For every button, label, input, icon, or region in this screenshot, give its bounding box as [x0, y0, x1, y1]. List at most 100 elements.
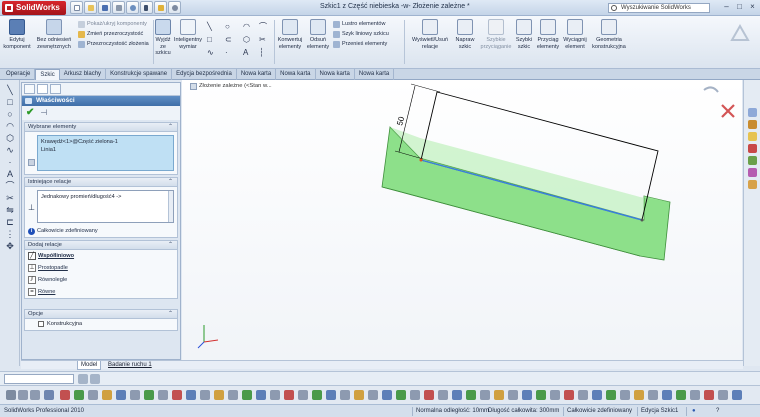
tool-icon[interactable] — [438, 390, 448, 400]
rectangle-tool-icon[interactable]: □ — [3, 96, 17, 108]
rebuild-sketch-icon[interactable] — [703, 86, 719, 93]
line-tool-icon[interactable]: ╲ — [3, 84, 17, 96]
tool-icon[interactable] — [690, 390, 700, 400]
text-tool-icon[interactable]: A — [3, 168, 17, 180]
extrude-button[interactable]: Wyciągnij element — [563, 19, 587, 50]
tool-icon[interactable] — [312, 390, 322, 400]
offset-tool-icon[interactable]: ⊏ — [3, 216, 17, 228]
tool-icon[interactable] — [662, 390, 672, 400]
feature-manager-tab[interactable] — [24, 84, 35, 94]
list-item[interactable]: Linia1 — [41, 146, 170, 154]
rebuild-icon[interactable]: ● — [692, 405, 696, 417]
tool-icon[interactable] — [396, 390, 406, 400]
graphics-area[interactable]: Złożenie zależne (<Stan w... 50 — [182, 80, 742, 360]
save-icon[interactable] — [98, 1, 111, 14]
snaps-button[interactable]: Przyciąg elementy — [535, 19, 561, 50]
filter-dropdown[interactable] — [4, 374, 74, 384]
relation-equal[interactable]: = Równe — [25, 286, 177, 298]
convert-entities-button[interactable]: Konwertuj elementy — [276, 19, 304, 50]
search-results-icon[interactable] — [748, 144, 757, 153]
tool-icon[interactable] — [18, 390, 28, 400]
checkbox[interactable] — [38, 321, 44, 327]
appearances-icon[interactable] — [748, 168, 757, 177]
tool-icon[interactable] — [256, 390, 266, 400]
edit-component-button[interactable]: Edytuj komponent — [2, 19, 32, 50]
tool-icon[interactable] — [6, 390, 16, 400]
rapid-sketch-button[interactable]: Szybkie przyciąganie — [478, 19, 514, 50]
collapse-icon[interactable]: ⌃ — [168, 310, 173, 319]
tool-icon[interactable] — [718, 390, 728, 400]
tool-icon[interactable] — [564, 390, 574, 400]
smart-dimension-button[interactable]: Inteligentny wymiar — [172, 19, 204, 50]
tab-model[interactable]: Model — [77, 361, 102, 370]
list-item[interactable]: Krawędź<1>@Część zielona-1 — [41, 138, 170, 146]
sketch-point[interactable] — [640, 218, 644, 222]
change-transparency-button[interactable]: Zmień przezroczystość — [78, 30, 143, 39]
tab-sheet-metal[interactable]: Arkusz blachy — [60, 69, 107, 80]
assembly-transparency-button[interactable]: Przezroczystość złożenia — [78, 40, 149, 49]
tab-sketch[interactable]: Szkic — [35, 69, 60, 80]
tool-icon[interactable] — [620, 390, 630, 400]
tool-icon[interactable] — [158, 390, 168, 400]
options-icon[interactable] — [168, 1, 181, 14]
polygon-tool-icon[interactable]: ⬡ — [3, 132, 17, 144]
tool-icon[interactable] — [676, 390, 686, 400]
collapse-icon[interactable]: ⌃ — [168, 123, 173, 132]
view-palette-icon[interactable] — [748, 156, 757, 165]
list-item[interactable]: Jednakowy promień/długość4 -> — [41, 193, 170, 201]
tool-icon[interactable] — [116, 390, 126, 400]
relation-collinear[interactable]: ╱ Współliniowo — [25, 250, 177, 262]
polygon-icon[interactable]: ⬡ — [243, 35, 253, 44]
close-sketch-icon[interactable] — [721, 104, 735, 118]
show-hide-components-button[interactable]: Pokaż/ukryj komponenty — [78, 20, 147, 29]
minimize-button[interactable]: – — [722, 2, 731, 12]
custom-properties-icon[interactable] — [748, 180, 757, 189]
tool-icon[interactable] — [88, 390, 98, 400]
tool-icon[interactable] — [452, 390, 462, 400]
tool-icon[interactable] — [606, 390, 616, 400]
tool-icon[interactable] — [522, 390, 532, 400]
selection-filter-icon[interactable] — [90, 374, 100, 384]
trim-tool-icon[interactable]: ✂ — [3, 192, 17, 204]
tab-features[interactable]: Operacje — [2, 69, 36, 80]
selected-entities-header[interactable]: Wybrane elementy ⌃ — [25, 123, 177, 132]
tool-icon[interactable] — [732, 390, 742, 400]
circle-tool-icon[interactable]: ○ — [3, 108, 17, 120]
spline-icon[interactable]: ∿ — [207, 48, 217, 57]
undo-icon[interactable] — [126, 1, 139, 14]
search-input[interactable]: Wyszukiwanie SolidWorks — [608, 3, 710, 13]
ok-checkmark-icon[interactable]: ✔ — [26, 108, 34, 118]
selected-entities-list[interactable]: Krawędź<1>@Część zielona-1 Linia1 — [37, 135, 174, 171]
tool-icon[interactable] — [60, 390, 70, 400]
tool-icon[interactable] — [410, 390, 420, 400]
resources-icon[interactable] — [748, 108, 757, 117]
model-viewport[interactable]: 50 — [182, 80, 742, 360]
dimension-text[interactable]: 50 — [395, 115, 406, 126]
construction-checkbox[interactable]: Konstrukcyjna — [25, 319, 177, 330]
rebuild-icon[interactable] — [154, 1, 167, 14]
offset-entities-button[interactable]: Odsuń elementy — [305, 19, 331, 50]
sketch-point[interactable] — [419, 158, 423, 162]
slot-icon[interactable]: ⊂ — [225, 35, 235, 44]
tool-icon[interactable] — [424, 390, 434, 400]
tool-icon[interactable] — [704, 390, 714, 400]
tool-icon[interactable] — [228, 390, 238, 400]
fillet-tool-icon[interactable]: ⌒ — [3, 180, 17, 192]
rectangle-icon[interactable]: □ — [207, 35, 217, 44]
tool-icon[interactable] — [284, 390, 294, 400]
arc-icon[interactable]: ◠ — [243, 22, 253, 31]
tool-icon[interactable] — [102, 390, 112, 400]
tool-icon[interactable] — [508, 390, 518, 400]
relation-parallel[interactable]: ⫽ Równolegle — [25, 274, 177, 286]
tool-icon[interactable] — [242, 390, 252, 400]
tool-icon[interactable] — [466, 390, 476, 400]
filter-icon[interactable] — [78, 374, 88, 384]
construction-geometry-button[interactable]: Geometria konstrukcyjna — [589, 19, 629, 50]
line-icon[interactable]: ╲ — [207, 22, 217, 31]
tool-icon[interactable] — [326, 390, 336, 400]
display-relations-button[interactable]: Wyświetl/Usuń relacje — [407, 19, 453, 50]
mirror-entities-button[interactable]: Lustro elementów — [333, 20, 385, 29]
tool-icon[interactable] — [214, 390, 224, 400]
collapse-icon[interactable]: ⌃ — [168, 178, 173, 187]
file-explorer-icon[interactable] — [748, 132, 757, 141]
